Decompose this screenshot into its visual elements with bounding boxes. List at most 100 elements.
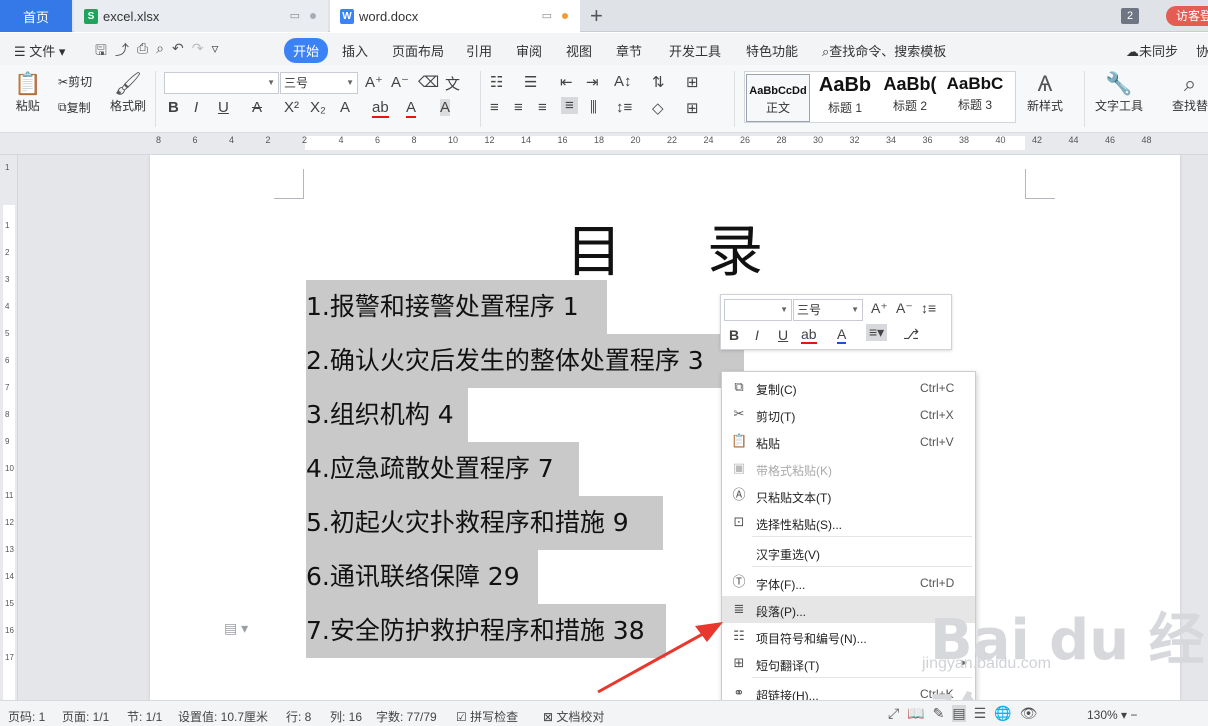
style-heading2[interactable]: AaBb( 标题 2 bbox=[878, 74, 942, 114]
status-setting[interactable]: 设置值: 10.7厘米 bbox=[178, 708, 268, 725]
text-effect-icon[interactable]: A bbox=[340, 99, 350, 116]
quick-access-dropdown-icon[interactable]: ▿ bbox=[211, 40, 218, 64]
paste-button[interactable]: 📋 粘贴 bbox=[14, 71, 41, 114]
outline-view-icon[interactable]: ☰ bbox=[974, 705, 987, 722]
cut-button[interactable]: ✂ 剪切 bbox=[58, 73, 92, 90]
char-shading-icon[interactable]: A bbox=[440, 99, 451, 116]
tab-word[interactable]: W word.docx ▭ bbox=[330, 0, 580, 32]
export-icon[interactable]: ⤴ bbox=[115, 40, 129, 64]
context-menu-item[interactable]: Ⓣ 字体(F)... Ctrl+D bbox=[722, 569, 975, 596]
edit-mode-icon[interactable]: ✎ bbox=[933, 705, 945, 722]
tab-review[interactable]: 审阅 bbox=[516, 41, 542, 60]
distribute-icon[interactable]: ⫼ bbox=[590, 99, 597, 116]
toc-item[interactable]: 5.初起火灾扑救程序和措施 9 bbox=[306, 496, 663, 550]
toc-item[interactable]: 1.报警和接警处置程序 1 bbox=[306, 280, 607, 334]
status-col[interactable]: 列: 16 bbox=[330, 708, 362, 725]
text-direction-icon[interactable]: A↕ bbox=[614, 73, 632, 90]
format-painter-icon[interactable]: ⎇ bbox=[903, 326, 919, 343]
font-size-combo[interactable]: 三号 ▼ bbox=[280, 72, 358, 94]
bold-icon[interactable]: B bbox=[168, 99, 179, 116]
style-heading3[interactable]: AaBbC 标题 3 bbox=[943, 74, 1007, 113]
context-menu-item[interactable]: Ⓐ 只粘贴文本(T) bbox=[722, 482, 975, 509]
shading-icon[interactable]: ◇ bbox=[652, 99, 664, 117]
style-normal[interactable]: AaBbCcDd 正文 bbox=[746, 74, 810, 122]
status-section[interactable]: 节: 1/1 bbox=[127, 708, 162, 725]
web-view-icon[interactable]: 🌐 bbox=[994, 705, 1011, 722]
monitor-icon[interactable]: ▭ bbox=[542, 9, 552, 22]
status-row[interactable]: 行: 8 bbox=[286, 708, 311, 725]
undo-icon[interactable]: ↶ bbox=[172, 40, 184, 64]
show-marks-icon[interactable]: ⊞ bbox=[686, 73, 699, 91]
eye-protection-icon[interactable]: 👁 bbox=[1020, 705, 1038, 722]
line-spacing-icon[interactable]: ↕≡ bbox=[616, 99, 632, 116]
new-tab-button[interactable]: + bbox=[590, 3, 603, 29]
highlight-icon[interactable]: ab bbox=[372, 99, 389, 118]
align-right-icon[interactable]: ≡ bbox=[538, 99, 547, 116]
monitor-icon[interactable]: ▭ bbox=[290, 9, 300, 22]
mini-font-name-combo[interactable]: ▼ bbox=[724, 299, 792, 321]
page-view-icon[interactable]: ▤ bbox=[952, 705, 966, 722]
shrink-font-icon[interactable]: A⁻ bbox=[896, 300, 913, 317]
status-words[interactable]: 字数: 77/79 bbox=[376, 708, 437, 725]
new-style-button[interactable]: Ѧ 新样式 bbox=[1027, 71, 1063, 114]
tab-excel[interactable]: S excel.xlsx ▭ bbox=[74, 0, 328, 32]
italic-icon[interactable]: I bbox=[194, 99, 198, 116]
tab-page-layout[interactable]: 页面布局 bbox=[392, 41, 444, 60]
context-menu-item[interactable]: ⊡ 选择性粘贴(S)... bbox=[722, 509, 975, 536]
tab-start[interactable]: 开始 bbox=[284, 38, 329, 63]
increase-indent-icon[interactable]: ⇥ bbox=[586, 73, 599, 91]
fullscreen-icon[interactable]: ⤢ bbox=[888, 705, 899, 722]
font-name-combo[interactable]: ▼ bbox=[164, 72, 279, 94]
format-painter-button[interactable]: 🖌 格式刷 bbox=[110, 71, 146, 114]
copy-button[interactable]: ⧉ 复制 bbox=[58, 99, 91, 116]
toc-item[interactable]: 4.应急疏散处置程序 7 bbox=[306, 442, 579, 496]
font-color-icon[interactable]: A bbox=[406, 99, 417, 118]
tab-home[interactable]: 首页 bbox=[0, 0, 72, 32]
toc-item[interactable]: 6.通讯联络保障 29 bbox=[306, 550, 538, 604]
style-heading1[interactable]: AaBb 标题 1 bbox=[813, 74, 877, 116]
find-replace-button[interactable]: ⌕ 查找替 bbox=[1172, 71, 1208, 114]
share-button[interactable]: 协 bbox=[1196, 41, 1208, 60]
justify-icon[interactable]: ≡ bbox=[561, 97, 578, 114]
sort-icon[interactable]: ⇅ bbox=[652, 73, 665, 91]
spell-check-button[interactable]: ☑ 拼写检查 bbox=[456, 708, 518, 725]
subscript-icon[interactable]: X₂ bbox=[310, 99, 326, 116]
grow-font-icon[interactable]: A⁺ bbox=[871, 300, 888, 317]
toc-item[interactable]: 2.确认火灾后发生的整体处置程序 3 bbox=[306, 334, 744, 388]
tab-insert[interactable]: 插入 bbox=[342, 41, 368, 60]
text-tools-button[interactable]: 🔧 文字工具 bbox=[1095, 71, 1143, 114]
redo-icon[interactable]: ↷ bbox=[192, 40, 204, 64]
sync-status[interactable]: ☁未同步 bbox=[1126, 41, 1178, 60]
shrink-font-icon[interactable]: A⁻ bbox=[391, 73, 409, 91]
context-menu-item[interactable]: ✂ 剪切(T) Ctrl+X bbox=[722, 401, 975, 428]
status-page[interactable]: 页码: 1 bbox=[8, 708, 45, 725]
print-preview-icon[interactable]: ⌕ bbox=[156, 40, 164, 64]
paragraph-layout-icon[interactable]: ▤ ▾ bbox=[224, 620, 248, 637]
toc-item[interactable]: 3.组织机构 4 bbox=[306, 388, 468, 442]
line-spacing-icon[interactable]: ↕≡ bbox=[921, 300, 936, 316]
bullets-icon[interactable]: ☷ bbox=[490, 73, 503, 91]
clear-format-icon[interactable]: ⌫ bbox=[418, 73, 439, 91]
status-pages[interactable]: 页面: 1/1 bbox=[62, 708, 109, 725]
zoom-level[interactable]: 130% ▾ − bbox=[1087, 708, 1137, 722]
document-title[interactable]: 目录 bbox=[566, 207, 848, 288]
superscript-icon[interactable]: X² bbox=[284, 99, 299, 116]
print-icon[interactable]: ⎙ bbox=[137, 40, 148, 64]
borders-icon[interactable]: ⊞ bbox=[686, 99, 699, 117]
bold-icon[interactable]: B bbox=[729, 327, 739, 343]
context-menu-item[interactable]: 汉字重选(V) bbox=[722, 539, 975, 566]
horizontal-ruler[interactable]: 8 6 4 2 2 4 6 8 10 12 14 16 18 20 22 24 26 28 30 32 34 36 38 40… bbox=[0, 133, 1208, 155]
tab-features[interactable]: 特色功能 bbox=[746, 41, 798, 60]
window-count-badge[interactable]: 2 bbox=[1121, 8, 1139, 24]
tab-chapter[interactable]: 章节 bbox=[616, 41, 642, 60]
tab-view[interactable]: 视图 bbox=[566, 41, 592, 60]
highlight-icon[interactable]: ab bbox=[801, 326, 817, 344]
underline-icon[interactable]: U bbox=[218, 99, 229, 116]
mini-font-size-combo[interactable]: 三号 ▼ bbox=[793, 299, 863, 321]
doc-proof-button[interactable]: ⊠ 文档校对 bbox=[543, 708, 604, 725]
align-icon[interactable]: ≡▾ bbox=[866, 324, 888, 341]
numbering-icon[interactable]: ☰ bbox=[524, 73, 537, 91]
context-menu-item[interactable]: 📋 粘贴 Ctrl+V bbox=[722, 428, 975, 455]
phonetic-icon[interactable]: 文 bbox=[445, 73, 460, 94]
italic-icon[interactable]: I bbox=[755, 327, 759, 343]
